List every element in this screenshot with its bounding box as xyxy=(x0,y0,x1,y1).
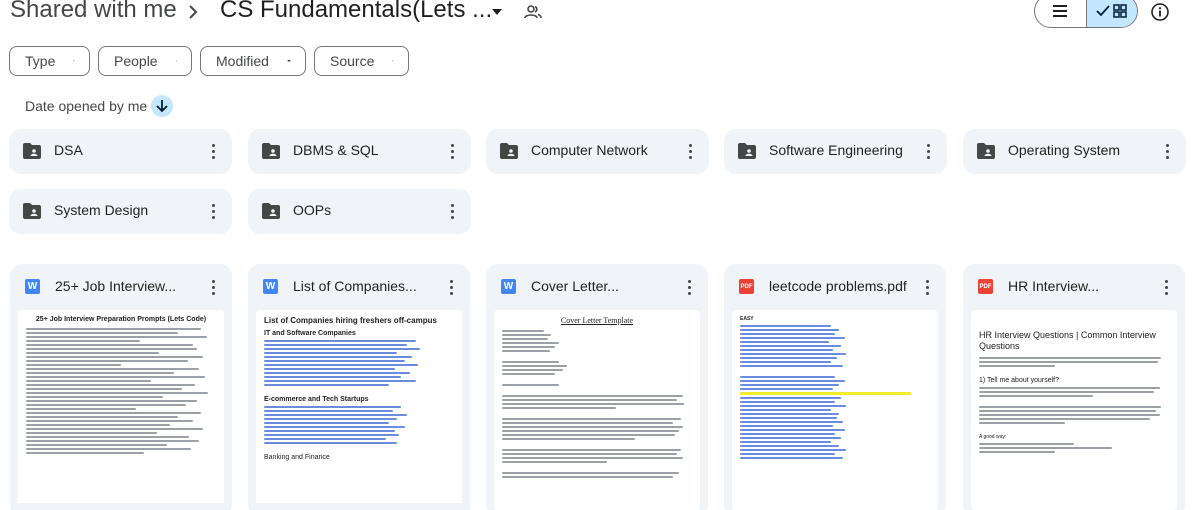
folder-card[interactable]: DBMS & SQL xyxy=(248,129,471,174)
more-options-icon[interactable] xyxy=(203,141,223,161)
list-view-button[interactable] xyxy=(1035,0,1086,27)
more-options-icon[interactable] xyxy=(442,141,462,161)
word-doc-icon: W xyxy=(263,279,278,294)
thumbnail-question: 1) Tell me about yourself? xyxy=(979,377,1060,384)
shared-folder-icon xyxy=(23,203,41,219)
file-card[interactable]: PDF leetcode problems.pdf EASY xyxy=(724,264,946,510)
file-thumbnail: List of Companies hiring freshers off-ca… xyxy=(256,310,462,510)
folder-card[interactable]: System Design xyxy=(9,189,232,234)
more-options-icon[interactable] xyxy=(1157,141,1177,161)
file-name: Cover Letter... xyxy=(531,278,619,294)
info-icon[interactable] xyxy=(1150,2,1170,22)
thumbnail-subheading: A good way: xyxy=(979,434,1007,440)
folder-card[interactable]: Computer Network xyxy=(486,129,709,174)
filter-type-label: Type xyxy=(25,53,56,69)
pdf-icon: PDF xyxy=(739,279,754,294)
folder-name: DBMS & SQL xyxy=(293,142,379,158)
file-card-partial[interactable] xyxy=(248,503,471,510)
more-options-icon[interactable] xyxy=(917,277,937,297)
folder-card[interactable]: Operating System xyxy=(963,129,1186,174)
file-card[interactable]: W Cover Letter... Cover Letter Template xyxy=(486,264,708,510)
folder-card[interactable]: DSA xyxy=(9,129,232,174)
filter-source-chip[interactable]: Source xyxy=(314,46,409,76)
file-name: List of Companies... xyxy=(293,278,417,294)
pdf-icon: PDF xyxy=(978,279,993,294)
grid-view-button[interactable] xyxy=(1085,0,1137,27)
file-card[interactable]: W List of Companies... List of Companies… xyxy=(248,264,470,510)
caret-down-icon[interactable] xyxy=(489,4,505,20)
shared-people-icon[interactable] xyxy=(523,2,543,22)
word-doc-icon: W xyxy=(25,279,40,294)
file-thumbnail: HR Interview Questions | Common Intervie… xyxy=(971,310,1177,510)
caret-down-icon xyxy=(73,60,75,62)
thumbnail-section: IT and Software Companies xyxy=(264,330,356,337)
more-options-icon[interactable] xyxy=(918,141,938,161)
file-name: HR Interview... xyxy=(1008,278,1100,294)
folder-card[interactable]: OOPs xyxy=(248,189,471,234)
sort-direction-button[interactable] xyxy=(151,95,174,117)
more-options-icon[interactable] xyxy=(203,277,223,297)
file-thumbnail: 25+ Job Interview Preparation Prompts (L… xyxy=(18,310,224,510)
arrow-down-icon xyxy=(156,100,168,113)
sort-control: Date opened by me xyxy=(25,95,174,117)
shared-folder-icon xyxy=(977,143,995,159)
breadcrumb-current-folder[interactable]: CS Fundamentals(Lets ... xyxy=(220,0,492,24)
grid-icon xyxy=(1113,4,1128,18)
caret-down-icon xyxy=(286,59,291,63)
file-thumbnail: EASY xyxy=(732,310,938,510)
check-icon xyxy=(1096,5,1111,17)
thumbnail-title: EASY xyxy=(740,316,754,322)
more-options-icon[interactable] xyxy=(441,277,461,297)
folder-name: DSA xyxy=(54,142,83,158)
more-options-icon[interactable] xyxy=(442,201,462,221)
file-card[interactable]: W 25+ Job Interview... 25+ Job Interview… xyxy=(10,264,232,510)
file-thumbnail: Cover Letter Template xyxy=(494,310,700,510)
filter-people-label: People xyxy=(114,53,158,69)
chevron-right-icon xyxy=(189,5,198,19)
caret-down-icon xyxy=(175,60,177,62)
filter-type-chip[interactable]: Type xyxy=(9,46,90,76)
shared-folder-icon xyxy=(500,143,518,159)
caret-down-icon xyxy=(392,60,394,62)
shared-folder-icon xyxy=(23,143,41,159)
view-toggle xyxy=(1034,0,1138,28)
folder-name: Operating System xyxy=(1008,142,1121,158)
file-card-partial[interactable] xyxy=(10,503,232,510)
filter-source-label: Source xyxy=(330,53,375,69)
file-name: leetcode problems.pdf xyxy=(769,278,907,294)
folder-card[interactable]: Software Engineering xyxy=(724,129,947,174)
word-doc-icon: W xyxy=(501,279,516,294)
filter-modified-chip[interactable]: Modified xyxy=(200,46,306,76)
thumbnail-section: Banking and Finance xyxy=(264,454,330,461)
more-options-icon[interactable] xyxy=(1156,277,1176,297)
sort-label[interactable]: Date opened by me xyxy=(25,98,147,114)
file-card[interactable]: PDF HR Interview... HR Interview Questio… xyxy=(963,264,1185,510)
header-bar: Shared with me CS Fundamentals(Lets ... xyxy=(0,0,1199,30)
list-icon xyxy=(1053,5,1068,17)
breadcrumb-shared-with-me[interactable]: Shared with me xyxy=(10,0,177,24)
filter-modified-label: Modified xyxy=(216,53,269,69)
filter-people-chip[interactable]: People xyxy=(98,46,192,76)
more-options-icon[interactable] xyxy=(679,277,699,297)
thumbnail-title: HR Interview Questions | Common Intervie… xyxy=(979,330,1156,351)
shared-folder-icon xyxy=(262,143,280,159)
thumbnail-title: List of Companies hiring freshers off-ca… xyxy=(264,316,437,325)
thumbnail-title: 25+ Job Interview Preparation Prompts (L… xyxy=(35,316,207,323)
folder-name: Computer Network xyxy=(531,142,648,158)
file-name: 25+ Job Interview... xyxy=(55,278,177,294)
folder-name: Software Engineering xyxy=(769,142,903,158)
folder-name: OOPs xyxy=(293,202,332,218)
shared-folder-icon xyxy=(738,143,756,159)
more-options-icon[interactable] xyxy=(203,201,223,221)
filter-bar: Type People Modified Source xyxy=(9,46,409,76)
thumbnail-title: Cover Letter Template xyxy=(560,316,634,325)
thumbnail-section: E-commerce and Tech Startups xyxy=(264,396,369,403)
more-options-icon[interactable] xyxy=(680,141,700,161)
shared-folder-icon xyxy=(262,203,280,219)
folder-name: System Design xyxy=(54,202,149,218)
